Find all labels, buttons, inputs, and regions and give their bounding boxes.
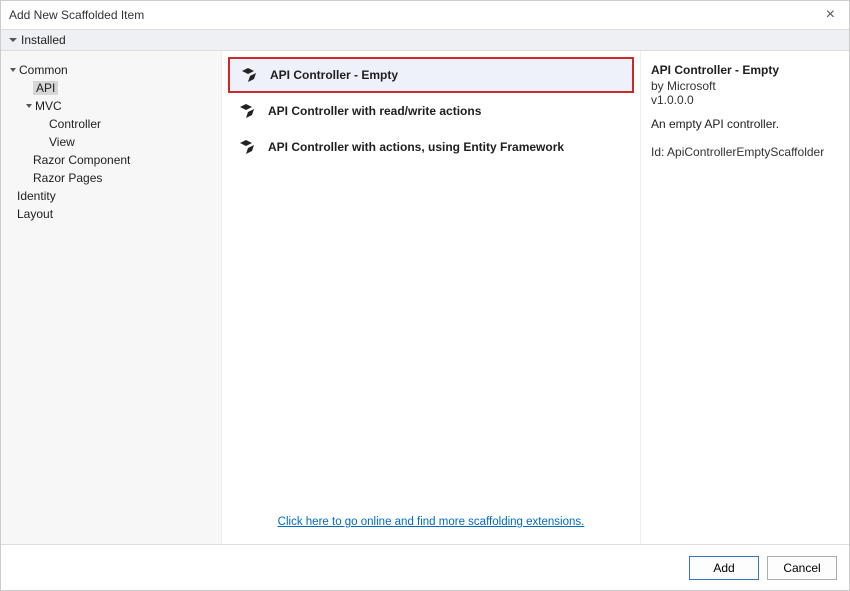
chevron-icon <box>10 68 16 72</box>
template-item-api-controller-readwrite[interactable]: API Controller with read/write actions <box>228 93 634 129</box>
details-version: v1.0.0.0 <box>651 93 839 107</box>
tree-item-mvc[interactable]: MVC <box>25 97 213 115</box>
details-id: Id: ApiControllerEmptyScaffolder <box>651 145 839 159</box>
breadcrumb: Installed <box>1 29 849 51</box>
template-item-label: API Controller with read/write actions <box>268 104 481 118</box>
template-item-api-controller-empty[interactable]: API Controller - Empty <box>228 57 634 93</box>
controller-icon <box>240 65 260 85</box>
tree-item-razor-component[interactable]: Razor Component <box>25 151 213 169</box>
details-description: An empty API controller. <box>651 117 839 131</box>
add-button[interactable]: Add <box>689 556 759 580</box>
close-icon[interactable]: × <box>820 4 841 26</box>
controller-icon <box>238 101 258 121</box>
window-title: Add New Scaffolded Item <box>9 8 144 22</box>
tree-item-controller[interactable]: Controller <box>41 115 213 133</box>
template-item-api-controller-ef[interactable]: API Controller with actions, using Entit… <box>228 129 634 165</box>
titlebar: Add New Scaffolded Item × <box>1 1 849 29</box>
details-panel: API Controller - Empty by Microsoft v1.0… <box>641 51 849 544</box>
template-list: API Controller - Empty API Controller wi… <box>228 57 634 506</box>
online-extensions-link[interactable]: Click here to go online and find more sc… <box>278 516 585 528</box>
online-extensions-link-container: Click here to go online and find more sc… <box>228 506 634 544</box>
tree-item-layout[interactable]: Layout <box>9 205 213 223</box>
tree-item-identity[interactable]: Identity <box>9 187 213 205</box>
breadcrumb-installed[interactable]: Installed <box>21 33 66 47</box>
category-tree: Common API MVC Controller View Razor Com… <box>1 51 222 544</box>
tree-item-api[interactable]: API <box>25 79 213 97</box>
template-item-label: API Controller with actions, using Entit… <box>268 140 564 154</box>
tree-item-view[interactable]: View <box>41 133 213 151</box>
cancel-button[interactable]: Cancel <box>767 556 837 580</box>
tree-item-razor-pages[interactable]: Razor Pages <box>25 169 213 187</box>
dialog-body: Common API MVC Controller View Razor Com… <box>1 51 849 544</box>
controller-icon <box>238 137 258 157</box>
chevron-down-icon <box>9 38 17 42</box>
chevron-icon <box>26 104 32 108</box>
tree-item-common[interactable]: Common <box>9 61 213 79</box>
details-author: by Microsoft <box>651 79 839 93</box>
details-name: API Controller - Empty <box>651 63 839 77</box>
template-item-label: API Controller - Empty <box>270 68 398 82</box>
dialog-footer: Add Cancel <box>1 544 849 590</box>
template-list-panel: API Controller - Empty API Controller wi… <box>222 51 641 544</box>
